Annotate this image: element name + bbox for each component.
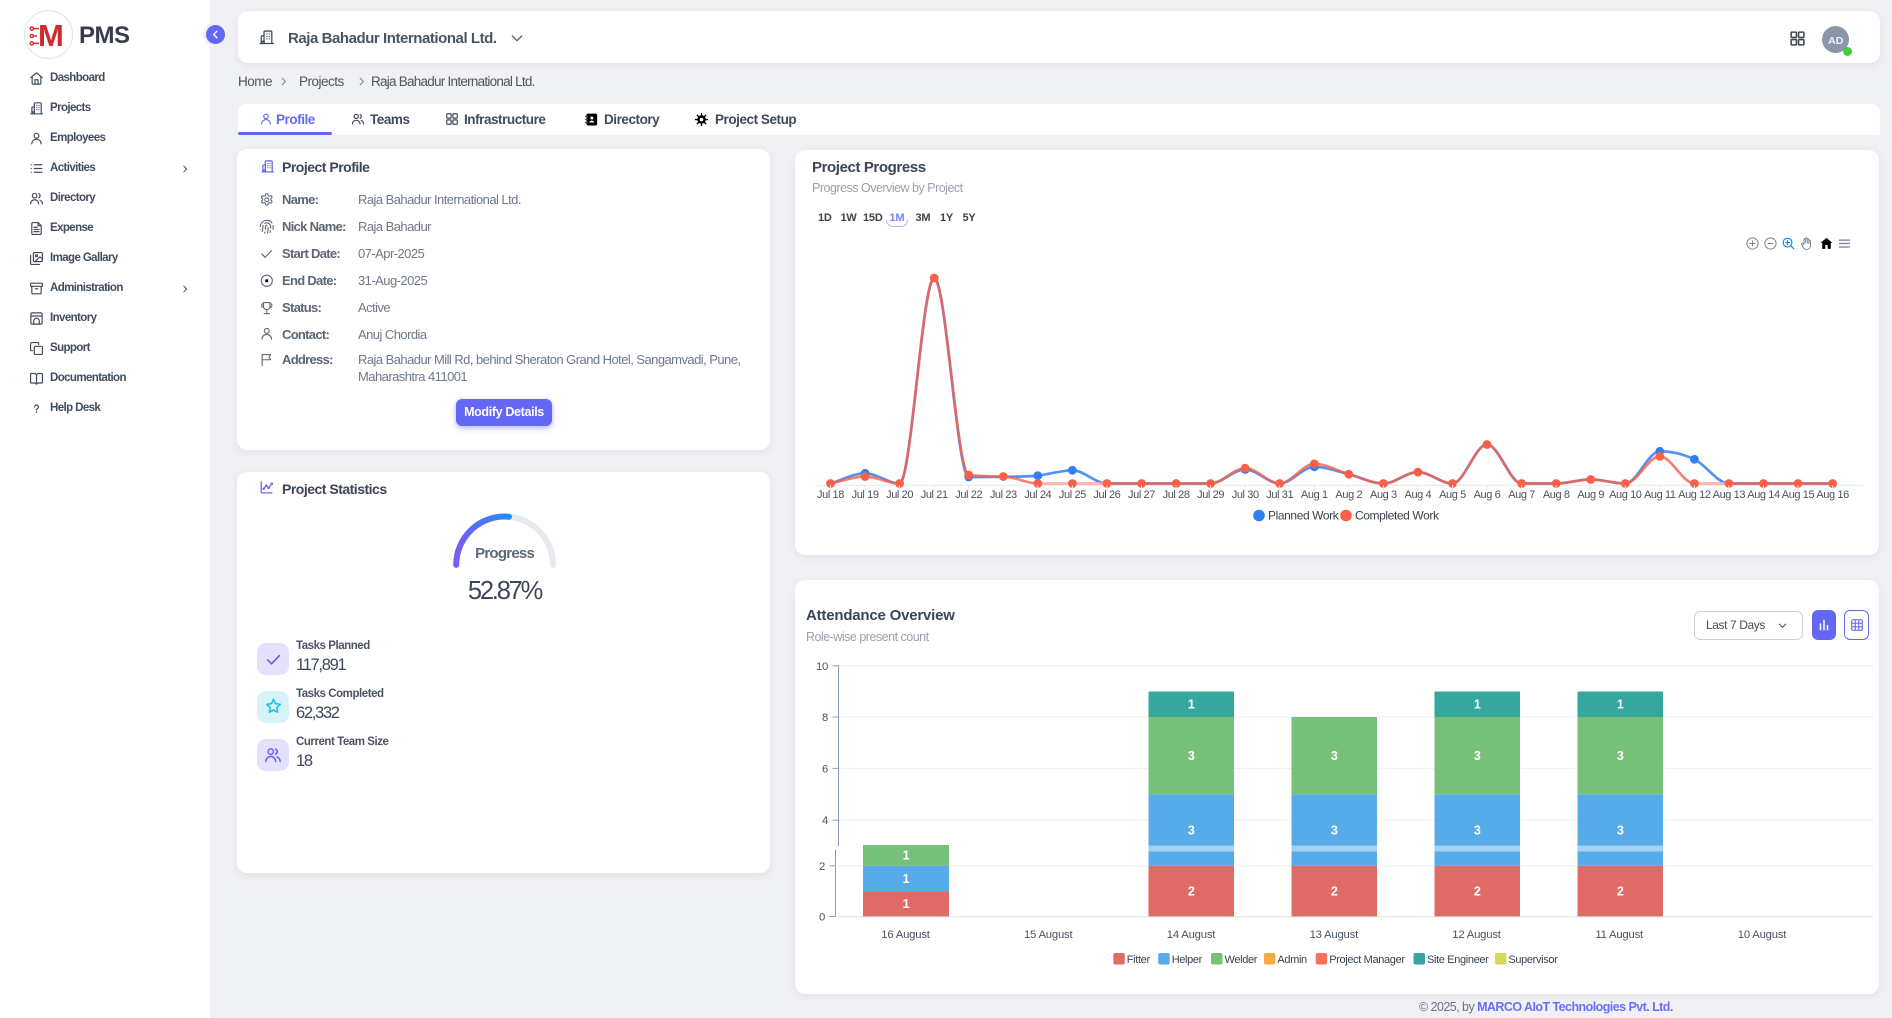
svg-text:Aug 16: Aug 16 xyxy=(1816,489,1849,501)
svg-text:1: 1 xyxy=(903,897,910,911)
svg-text:Project Manager: Project Manager xyxy=(1329,954,1405,966)
svg-text:3: 3 xyxy=(1617,823,1624,837)
svg-text:16 August: 16 August xyxy=(881,929,931,941)
svg-text:0: 0 xyxy=(819,912,825,924)
svg-text:3: 3 xyxy=(1188,749,1195,763)
svg-text:8: 8 xyxy=(822,712,828,724)
svg-text:Jul 21: Jul 21 xyxy=(921,489,948,501)
svg-text:Helper: Helper xyxy=(1172,954,1203,966)
svg-text:1: 1 xyxy=(903,872,910,886)
svg-text:3: 3 xyxy=(1474,749,1481,763)
svg-text:Jul 24: Jul 24 xyxy=(1024,489,1051,501)
svg-text:3: 3 xyxy=(1331,749,1338,763)
svg-text:Jul 25: Jul 25 xyxy=(1059,489,1086,501)
svg-text:Jul 18: Jul 18 xyxy=(817,489,844,501)
svg-text:2: 2 xyxy=(1617,884,1624,898)
svg-text:1: 1 xyxy=(1617,698,1624,712)
svg-text:3: 3 xyxy=(1188,823,1195,837)
svg-text:Aug 6: Aug 6 xyxy=(1474,489,1501,501)
svg-text:Jul 27: Jul 27 xyxy=(1128,489,1155,501)
svg-text:10: 10 xyxy=(816,661,828,673)
svg-text:Jul 28: Jul 28 xyxy=(1163,489,1190,501)
svg-text:Aug 4: Aug 4 xyxy=(1405,489,1432,501)
svg-text:Aug 10: Aug 10 xyxy=(1609,489,1642,501)
svg-text:15 August: 15 August xyxy=(1024,929,1074,941)
svg-text:3: 3 xyxy=(1331,823,1338,837)
svg-text:13 August: 13 August xyxy=(1310,929,1360,941)
svg-text:4: 4 xyxy=(822,815,828,827)
svg-text:Jul 22: Jul 22 xyxy=(955,489,982,501)
svg-text:Aug 1: Aug 1 xyxy=(1301,489,1328,501)
svg-text:Completed Work: Completed Work xyxy=(1355,509,1440,523)
svg-text:2: 2 xyxy=(1188,884,1195,898)
svg-text:Planned Work: Planned Work xyxy=(1268,509,1340,523)
svg-text:10 August: 10 August xyxy=(1738,929,1788,941)
svg-text:Aug 13: Aug 13 xyxy=(1713,489,1746,501)
svg-text:Site Engineer: Site Engineer xyxy=(1427,954,1489,966)
svg-text:Jul 31: Jul 31 xyxy=(1266,489,1293,501)
svg-text:2: 2 xyxy=(819,861,825,873)
svg-text:Jul 20: Jul 20 xyxy=(886,489,913,501)
svg-text:Jul 26: Jul 26 xyxy=(1093,489,1120,501)
svg-text:6: 6 xyxy=(822,763,828,775)
svg-text:Progress: Progress xyxy=(475,545,534,562)
svg-text:Jul 29: Jul 29 xyxy=(1197,489,1224,501)
svg-text:Aug 7: Aug 7 xyxy=(1508,489,1535,501)
svg-text:12 August: 12 August xyxy=(1452,929,1502,941)
svg-text:3: 3 xyxy=(1474,823,1481,837)
svg-text:1: 1 xyxy=(1188,698,1195,712)
svg-text:Aug 11: Aug 11 xyxy=(1644,489,1676,501)
svg-text:Fitter: Fitter xyxy=(1127,954,1151,966)
svg-text:Aug 15: Aug 15 xyxy=(1782,489,1815,501)
svg-text:Aug 12: Aug 12 xyxy=(1678,489,1711,501)
svg-text:Aug 8: Aug 8 xyxy=(1543,489,1570,501)
svg-text:Jul 30: Jul 30 xyxy=(1232,489,1259,501)
svg-text:Welder: Welder xyxy=(1225,954,1258,966)
svg-text:14 August: 14 August xyxy=(1167,929,1217,941)
svg-text:Aug 2: Aug 2 xyxy=(1335,489,1362,501)
svg-text:1: 1 xyxy=(1474,698,1481,712)
svg-text:2: 2 xyxy=(1331,884,1338,898)
svg-text:Jul 23: Jul 23 xyxy=(990,489,1017,501)
svg-text:2: 2 xyxy=(1474,884,1481,898)
svg-text:11 August: 11 August xyxy=(1595,929,1644,941)
svg-text:Supervisor: Supervisor xyxy=(1508,954,1558,966)
svg-text:Admin: Admin xyxy=(1277,954,1307,966)
svg-text:Aug 9: Aug 9 xyxy=(1577,489,1604,501)
svg-text:1: 1 xyxy=(903,849,910,863)
svg-text:Aug 5: Aug 5 xyxy=(1439,489,1466,501)
svg-text:Aug 3: Aug 3 xyxy=(1370,489,1397,501)
svg-text:3: 3 xyxy=(1617,749,1624,763)
svg-text:Aug 14: Aug 14 xyxy=(1747,489,1780,501)
svg-text:Jul 19: Jul 19 xyxy=(852,489,879,501)
